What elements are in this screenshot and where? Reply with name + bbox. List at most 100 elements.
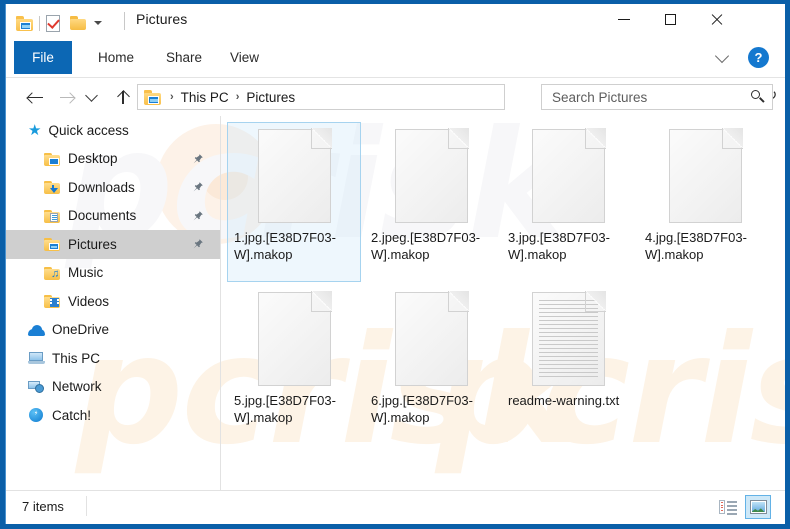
sidebar-item-music[interactable]: ♫ Music <box>6 259 220 288</box>
cloud-icon <box>28 322 45 338</box>
status-bar: 7 items <box>6 490 785 524</box>
explorer-window: pcrisk pcrisk pcrisk Pictures <box>0 0 790 529</box>
minimize-icon <box>618 18 630 20</box>
file-grid: 1.jpg.[E38D7F03-W].makop 2.jpeg.[E38D7F03… <box>221 116 785 491</box>
tab-file[interactable]: File <box>14 41 72 74</box>
folder-downloads-icon <box>44 179 61 195</box>
blank-file-icon <box>394 128 469 223</box>
sidebar-item-label: Network <box>52 379 102 395</box>
customize-toolbar-chevron-icon[interactable] <box>94 21 102 25</box>
sidebar-item-label: This PC <box>52 350 101 366</box>
new-folder-icon[interactable] <box>70 16 86 30</box>
back-arrow-icon <box>27 91 43 103</box>
forward-arrow-icon <box>59 91 75 103</box>
sidebar-item-quick-access[interactable]: ★ Quick access <box>6 116 220 145</box>
tab-view[interactable]: View <box>218 41 271 74</box>
tab-home[interactable]: Home <box>86 41 146 74</box>
ribbon-collapse-button[interactable] <box>711 48 733 67</box>
properties-icon[interactable] <box>46 14 60 32</box>
up-arrow-icon <box>116 90 130 104</box>
file-name-label: 5.jpg.[E38D7F03-W].makop <box>234 393 336 425</box>
file-item[interactable]: 5.jpg.[E38D7F03-W].makop <box>227 285 361 445</box>
sidebar-item-label: Documents <box>68 208 137 224</box>
sidebar-item-catch[interactable]: Catch! <box>6 401 220 430</box>
large-icons-view-icon <box>749 500 767 514</box>
window-client-area: pcrisk pcrisk pcrisk Pictures <box>5 4 785 524</box>
maximize-button[interactable] <box>647 4 693 34</box>
breadcrumb-pictures[interactable]: Pictures <box>244 90 297 105</box>
file-item[interactable]: 6.jpg.[E38D7F03-W].makop <box>364 285 498 445</box>
file-item[interactable]: readme-warning.txt <box>501 285 635 445</box>
tab-share[interactable]: Share <box>154 41 214 74</box>
pin-icon[interactable] <box>192 210 204 222</box>
blank-file-icon <box>257 291 332 386</box>
item-count-label: 7 items <box>22 499 64 514</box>
toolbar-divider <box>39 15 40 31</box>
quick-access-toolbar <box>16 12 102 34</box>
computer-icon <box>28 350 45 366</box>
file-item[interactable]: 2.jpeg.[E38D7F03-W].makop <box>364 122 498 282</box>
file-name-label: 3.jpg.[E38D7F03-W].makop <box>508 230 610 262</box>
status-divider <box>86 496 87 516</box>
folder-music-icon: ♫ <box>44 265 61 281</box>
help-button[interactable]: ? <box>748 47 769 68</box>
details-view-button[interactable] <box>715 495 741 519</box>
back-button[interactable] <box>22 84 48 110</box>
folder-documents-icon <box>44 208 61 224</box>
sidebar-item-label: Pictures <box>68 236 117 252</box>
sidebar-item-videos[interactable]: Videos <box>6 287 220 316</box>
address-bar-row: › This PC › Pictures ↻ <box>6 78 785 116</box>
network-icon <box>28 379 45 395</box>
catch-icon <box>28 407 45 423</box>
recent-locations-button[interactable] <box>82 84 100 110</box>
file-name-label: readme-warning.txt <box>508 393 620 408</box>
sidebar-item-pictures[interactable]: Pictures <box>6 230 220 259</box>
sidebar-item-this-pc[interactable]: This PC <box>6 344 220 373</box>
blank-file-icon <box>668 128 743 223</box>
pin-icon[interactable] <box>192 153 204 165</box>
forward-button[interactable] <box>54 84 80 110</box>
breadcrumb-separator: › <box>170 91 174 103</box>
sidebar-item-downloads[interactable]: Downloads <box>6 173 220 202</box>
search-icon[interactable] <box>750 89 766 105</box>
pin-icon[interactable] <box>192 238 204 250</box>
address-bar[interactable]: › This PC › Pictures <box>137 84 505 110</box>
up-button[interactable] <box>110 84 136 110</box>
blank-file-icon <box>394 291 469 386</box>
file-item[interactable]: 1.jpg.[E38D7F03-W].makop <box>227 122 361 282</box>
breadcrumb-folder-icon <box>144 89 161 105</box>
file-item[interactable]: 4.jpg.[E38D7F03-W].makop <box>638 122 772 282</box>
pin-icon[interactable] <box>192 181 204 193</box>
window-title: Pictures <box>136 11 188 27</box>
breadcrumb-this-pc[interactable]: This PC <box>179 90 231 105</box>
file-name-label: 4.jpg.[E38D7F03-W].makop <box>645 230 747 262</box>
ribbon-tab-strip: File Home Share View ? <box>6 41 785 78</box>
sidebar-item-documents[interactable]: Documents <box>6 202 220 231</box>
sidebar-item-label: Desktop <box>68 151 118 167</box>
content-area: ★ Quick access Desktop Downloads Documents Pi… <box>6 116 785 491</box>
large-icons-view-button[interactable] <box>745 495 771 519</box>
details-view-icon <box>719 500 737 515</box>
minimize-button[interactable] <box>601 4 647 34</box>
sidebar-item-desktop[interactable]: Desktop <box>6 145 220 174</box>
title-bar: Pictures <box>6 4 785 41</box>
file-item[interactable]: 3.jpg.[E38D7F03-W].makop <box>501 122 635 282</box>
blank-file-icon <box>257 128 332 223</box>
folder-picture-icon[interactable] <box>16 15 33 31</box>
file-name-label: 2.jpeg.[E38D7F03-W].makop <box>371 230 481 262</box>
folder-pictures-icon <box>44 236 61 252</box>
file-name-label: 6.jpg.[E38D7F03-W].makop <box>371 393 473 425</box>
chevron-down-icon <box>84 88 98 102</box>
close-button[interactable] <box>693 4 739 34</box>
sidebar-item-label: Music <box>68 265 104 281</box>
search-box[interactable] <box>541 84 773 110</box>
sidebar-item-label: Videos <box>68 293 110 309</box>
sidebar-item-network[interactable]: Network <box>6 373 220 402</box>
sidebar-item-onedrive[interactable]: OneDrive <box>6 316 220 345</box>
text-file-icon <box>531 291 606 386</box>
sidebar-item-label: OneDrive <box>52 322 110 338</box>
file-list-pane[interactable]: 1.jpg.[E38D7F03-W].makop 2.jpeg.[E38D7F03… <box>221 116 785 491</box>
search-input[interactable] <box>550 88 744 106</box>
sidebar-item-label: Quick access <box>48 122 129 138</box>
sidebar-item-label: Catch! <box>52 407 92 423</box>
